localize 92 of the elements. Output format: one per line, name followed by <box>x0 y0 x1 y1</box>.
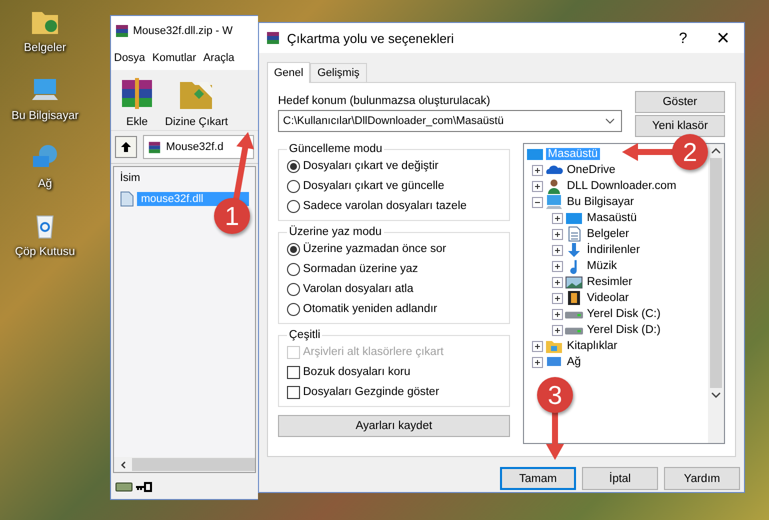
option-label[interactable]: Sadece varolan dosyaları tazele <box>303 200 467 212</box>
monitor-icon <box>564 210 583 226</box>
option-label[interactable]: Dosyaları Gezginde göster <box>303 386 440 398</box>
tab[interactable]: Gelişmiş <box>310 63 367 82</box>
tab[interactable]: Genel <box>267 62 310 83</box>
field-label: Hedef konum (bulunmazsa oluşturulacak) <box>278 95 492 107</box>
expand-toggle[interactable] <box>532 356 543 368</box>
up-arrow-icon[interactable] <box>120 141 132 153</box>
tree-item[interactable]: Belgeler <box>584 228 632 240</box>
expand-toggle[interactable] <box>532 164 543 176</box>
expand-toggle[interactable] <box>552 276 563 288</box>
monitor-icon <box>526 146 544 162</box>
tree-item[interactable]: Yerel Disk (D:) <box>584 324 663 336</box>
tree-item[interactable]: Kitaplıklar <box>564 340 620 352</box>
archive-books-icon <box>147 140 162 154</box>
checkbox[interactable] <box>287 366 300 378</box>
file-icon <box>120 191 134 207</box>
option-label[interactable]: Dosyaları çıkart ve güncelle <box>303 180 444 192</box>
dialog-button[interactable]: Yardım <box>664 467 740 490</box>
annotation-arrow <box>622 143 674 161</box>
tree-item[interactable]: OneDrive <box>564 164 618 176</box>
tree-item[interactable]: Müzik <box>584 260 619 272</box>
scroll-left-icon[interactable] <box>120 460 128 468</box>
desktop-icon-label[interactable]: Bu Bilgisayar <box>11 110 79 122</box>
radio-button[interactable] <box>287 242 300 256</box>
vertical-scrollbar[interactable] <box>708 144 724 443</box>
desktop-icon-label[interactable]: Belgeler <box>24 42 66 54</box>
expand-toggle[interactable] <box>552 228 563 240</box>
option-label[interactable]: Otomatik yeniden adlandır <box>303 303 438 315</box>
radio-button[interactable] <box>287 160 300 172</box>
scroll-up-icon[interactable] <box>711 148 721 154</box>
desktop-icon-label[interactable]: Ağ <box>38 178 52 190</box>
tree-item[interactable]: Resimler <box>584 276 634 288</box>
tree-item[interactable]: Masaüstü <box>584 212 639 224</box>
dialog-button[interactable]: Göster <box>635 91 725 113</box>
expand-toggle[interactable] <box>532 340 543 352</box>
group-title: Üzerine yaz modu <box>288 226 383 238</box>
path-field[interactable]: Mouse32f.d <box>143 135 254 159</box>
window-title: Çıkartma yolu ve seçenekleri <box>287 30 454 46</box>
expand-toggle[interactable] <box>552 244 563 256</box>
horizontal-scrollbar[interactable] <box>114 457 255 472</box>
close-button[interactable]: × <box>706 23 740 53</box>
radio-button[interactable] <box>287 180 300 192</box>
column-header[interactable]: İsim <box>114 167 255 189</box>
help-button[interactable]: ? <box>666 23 700 53</box>
drive-icon <box>115 481 133 493</box>
annotation-arrow <box>233 132 254 201</box>
tree-item[interactable]: Videolar <box>584 292 631 304</box>
expand-toggle[interactable] <box>552 292 563 304</box>
save-settings-button[interactable]: Ayarları kaydet <box>278 415 510 437</box>
tree-item[interactable]: Yerel Disk (C:) <box>584 308 663 320</box>
radio-button[interactable] <box>287 302 300 316</box>
music-note-icon <box>570 258 578 274</box>
group-title: Güncelleme modu <box>288 143 384 155</box>
menu-item[interactable]: Araçla <box>203 52 234 64</box>
checkbox[interactable] <box>287 386 300 398</box>
annotation-arrow <box>546 412 564 460</box>
tree-item[interactable]: Bu Bilgisayar <box>564 196 636 208</box>
up-folder-button[interactable] <box>115 136 137 158</box>
computer-icon <box>544 194 563 210</box>
option-label[interactable]: Sormadan üzerine yaz <box>303 263 418 275</box>
tree-item[interactable]: Ağ <box>564 356 583 368</box>
window-title: Mouse32f.dll.zip - W <box>133 25 233 37</box>
expand-toggle[interactable] <box>532 196 543 208</box>
expand-toggle[interactable] <box>552 324 563 336</box>
folder-icon <box>544 338 563 354</box>
group-title: Çeşitli <box>288 329 322 341</box>
expand-toggle[interactable] <box>532 180 543 192</box>
toolbar-button[interactable]: Dizine Çıkart <box>163 74 230 128</box>
option-label[interactable]: Dosyaları çıkart ve değiştir <box>303 160 438 172</box>
scroll-down-icon[interactable] <box>711 392 721 398</box>
toolbar-button[interactable]: Ekle <box>115 74 159 128</box>
expand-toggle[interactable] <box>552 260 563 272</box>
radio-button[interactable] <box>287 282 300 296</box>
option-label[interactable]: Üzerine yazmadan önce sor <box>303 243 446 255</box>
menu-item[interactable]: Komutlar <box>152 52 196 64</box>
dialog-button[interactable]: İptal <box>582 467 658 490</box>
radio-button[interactable] <box>287 262 300 276</box>
menu-item[interactable]: Dosya <box>114 52 146 64</box>
archive-books-icon <box>114 23 130 39</box>
picture-icon <box>564 274 583 290</box>
option-label[interactable]: Bozuk dosyaları koru <box>303 366 410 378</box>
radio-button[interactable] <box>287 200 300 212</box>
archive-books-icon <box>265 30 281 46</box>
expand-toggle[interactable] <box>552 308 563 320</box>
dialog-button[interactable]: Yeni klasör <box>635 115 725 137</box>
expand-toggle[interactable] <box>552 212 563 224</box>
option-label[interactable]: Varolan dosyaları atla <box>303 283 414 295</box>
tree-item[interactable]: DLL Downloader.com <box>564 180 678 192</box>
key-icon <box>135 481 153 493</box>
tree-item[interactable]: İndirilenler <box>584 244 642 256</box>
dialog-button[interactable]: Tamam <box>500 467 576 490</box>
